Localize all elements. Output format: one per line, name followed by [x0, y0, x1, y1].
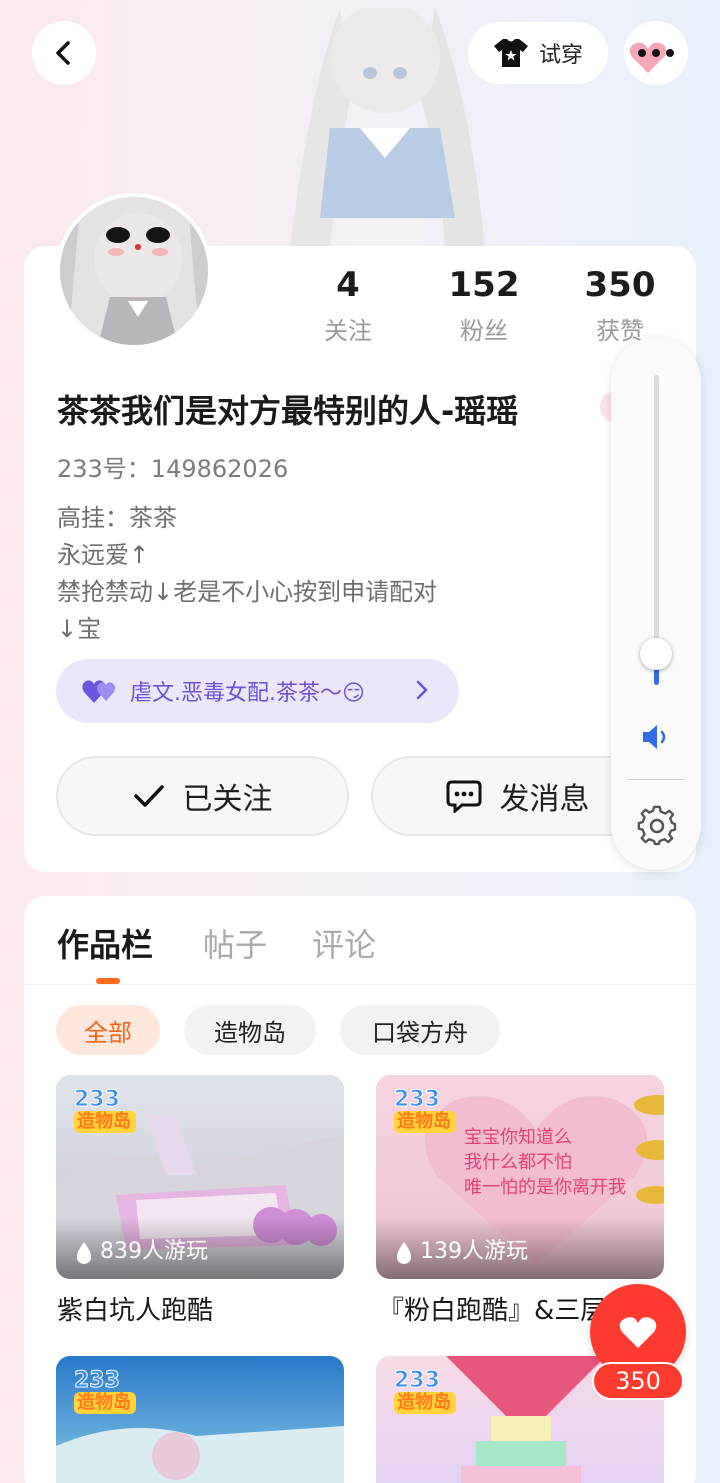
logo-number: 233	[74, 1087, 121, 1112]
play-count: 839人游玩	[100, 1239, 208, 1264]
following-count: 4	[336, 265, 360, 305]
relationship-tag-text: 虐文.恶毒女配.茶茶～😏	[130, 681, 365, 706]
creation-island-logo: 233 造物岛	[394, 1087, 466, 1139]
filter-chip-creation-island[interactable]: 造物岛	[184, 1005, 316, 1055]
bio-line: 永远爱↑	[57, 541, 150, 569]
chevron-right-icon	[416, 680, 428, 700]
tshirt-icon	[493, 39, 528, 67]
creation-island-logo: 233 造物岛	[74, 1368, 146, 1420]
likes-count: 350	[584, 265, 656, 305]
double-heart-icon	[82, 680, 116, 703]
filter-chip-all[interactable]: 全部	[56, 1005, 160, 1055]
hero-character-image	[290, 8, 485, 248]
back-arrow-icon	[56, 41, 70, 65]
bio-line: ↓宝	[57, 615, 102, 643]
bio-line: 高挂：茶茶	[57, 504, 177, 532]
more-dots-icon	[638, 49, 674, 57]
avatar-image	[60, 197, 208, 345]
filter-chip-pocket-ark[interactable]: 口袋方舟	[340, 1005, 500, 1055]
work-card-thumbnail[interactable]: 233 造物岛	[56, 1356, 344, 1483]
logo-number: 233	[394, 1087, 441, 1112]
user-id: 233号：149862026	[57, 455, 289, 483]
logo-number: 233	[74, 1368, 121, 1393]
following-label: 关注	[324, 317, 372, 345]
profile-name: 茶茶我们是对方最特别的人-瑶瑶	[57, 392, 519, 430]
logo-text: 造物岛	[74, 1392, 136, 1414]
work-title[interactable]: 紫白坑人跑酷	[57, 1290, 213, 1327]
tab-comments[interactable]: 评论	[312, 920, 376, 966]
tab-works[interactable]: 作品栏	[57, 920, 153, 966]
volume-panel	[611, 337, 701, 870]
work-card-thumbnail[interactable]: 233 造物岛 839人游玩	[56, 1075, 344, 1279]
creation-island-logo: 233 造物岛	[394, 1368, 466, 1420]
try-on-label: 试穿	[538, 43, 583, 68]
stat-following[interactable]: 4 关注	[288, 265, 408, 346]
more-options-button[interactable]	[624, 21, 688, 85]
back-button[interactable]	[32, 21, 96, 85]
stat-followers[interactable]: 152 粉丝	[424, 265, 544, 346]
play-count-bar: 839人游玩	[56, 1217, 344, 1279]
logo-number: 233	[394, 1368, 441, 1393]
volume-slider-handle[interactable]	[640, 638, 672, 670]
bio-line: 禁抢禁动↓老是不小心按到申请配对	[57, 578, 438, 606]
followed-label: 已关注	[182, 782, 273, 817]
flame-icon	[396, 1242, 412, 1264]
settings-gear-icon[interactable]	[636, 805, 678, 847]
speaker-icon[interactable]	[641, 722, 673, 752]
logo-text: 造物岛	[394, 1392, 456, 1414]
logo-text: 造物岛	[394, 1111, 456, 1133]
volume-divider	[626, 779, 686, 780]
caption-line: 宝宝你知道么	[464, 1127, 572, 1148]
like-count-badge: 350	[592, 1362, 684, 1400]
thumbnail-caption: 宝宝你知道么 我什么都不怕 唯一怕的是你离开我	[464, 1125, 626, 1200]
heart-decoration-icon	[629, 42, 667, 73]
flame-icon	[76, 1242, 92, 1264]
caption-line: 我什么都不怕	[464, 1152, 572, 1173]
play-count: 139人游玩	[420, 1239, 528, 1264]
followers-label: 粉丝	[460, 317, 508, 345]
relationship-tag[interactable]: 虐文.恶毒女配.茶茶～😏	[56, 659, 459, 723]
bio: 高挂：茶茶 永远爱↑ 禁抢禁动↓老是不小心按到申请配对 ↓宝	[57, 500, 527, 648]
chat-bubble-icon	[446, 780, 481, 813]
tab-divider	[24, 984, 696, 985]
followers-count: 152	[448, 265, 520, 305]
caption-line: 唯一怕的是你离开我	[464, 1177, 626, 1198]
creation-island-logo: 233 造物岛	[74, 1087, 146, 1139]
logo-text: 造物岛	[74, 1111, 136, 1133]
try-on-button[interactable]: 试穿	[468, 22, 608, 84]
play-count-bar: 139人游玩	[376, 1217, 664, 1279]
followed-button[interactable]: 已关注	[56, 756, 349, 836]
check-icon	[133, 785, 164, 807]
stat-likes[interactable]: 350 获赞	[560, 265, 680, 346]
send-message-label: 发消息	[499, 782, 590, 817]
tab-posts[interactable]: 帖子	[203, 920, 267, 966]
heart-icon	[619, 1317, 657, 1348]
avatar[interactable]	[56, 193, 212, 349]
